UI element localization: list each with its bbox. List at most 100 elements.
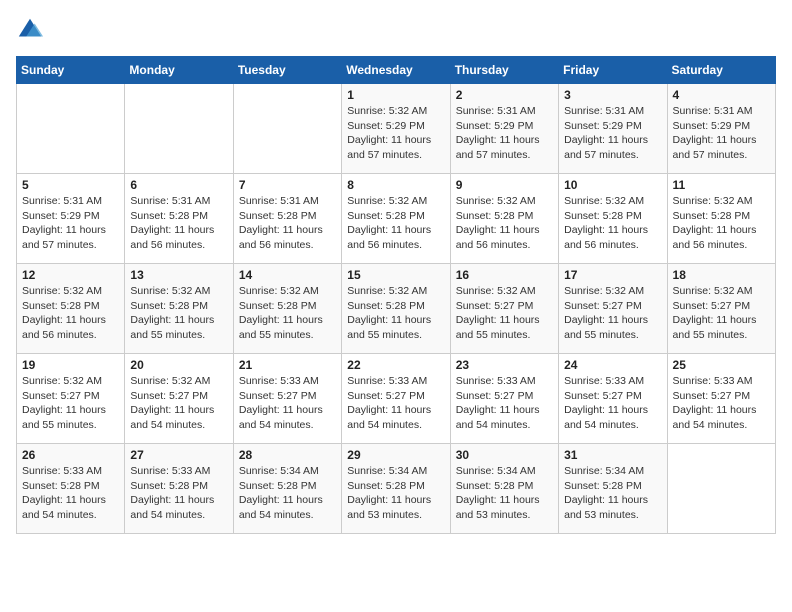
cell-content: Sunrise: 5:33 AM Sunset: 5:28 PM Dayligh… — [22, 464, 119, 523]
cell-content: Sunrise: 5:31 AM Sunset: 5:28 PM Dayligh… — [239, 194, 336, 253]
day-number: 25 — [673, 358, 770, 372]
day-number: 4 — [673, 88, 770, 102]
day-header-saturday: Saturday — [667, 57, 775, 84]
calendar-cell: 2 Sunrise: 5:31 AM Sunset: 5:29 PM Daylig… — [450, 84, 558, 174]
day-number: 18 — [673, 268, 770, 282]
calendar-cell: 27 Sunrise: 5:33 AM Sunset: 5:28 PM Dayli… — [125, 444, 233, 534]
cell-content: Sunrise: 5:32 AM Sunset: 5:28 PM Dayligh… — [673, 194, 770, 253]
calendar-cell: 12 Sunrise: 5:32 AM Sunset: 5:28 PM Dayli… — [17, 264, 125, 354]
cell-content: Sunrise: 5:32 AM Sunset: 5:28 PM Dayligh… — [22, 284, 119, 343]
day-number: 21 — [239, 358, 336, 372]
calendar-cell: 3 Sunrise: 5:31 AM Sunset: 5:29 PM Daylig… — [559, 84, 667, 174]
cell-content: Sunrise: 5:33 AM Sunset: 5:27 PM Dayligh… — [347, 374, 444, 433]
day-number: 1 — [347, 88, 444, 102]
calendar-header-row: SundayMondayTuesdayWednesdayThursdayFrid… — [17, 57, 776, 84]
day-number: 31 — [564, 448, 661, 462]
calendar-cell: 15 Sunrise: 5:32 AM Sunset: 5:28 PM Dayli… — [342, 264, 450, 354]
cell-content: Sunrise: 5:32 AM Sunset: 5:29 PM Dayligh… — [347, 104, 444, 163]
day-header-tuesday: Tuesday — [233, 57, 341, 84]
calendar-cell — [667, 444, 775, 534]
calendar-cell: 11 Sunrise: 5:32 AM Sunset: 5:28 PM Dayli… — [667, 174, 775, 264]
day-number: 8 — [347, 178, 444, 192]
day-number: 22 — [347, 358, 444, 372]
day-number: 14 — [239, 268, 336, 282]
calendar-cell: 5 Sunrise: 5:31 AM Sunset: 5:29 PM Daylig… — [17, 174, 125, 264]
day-number: 11 — [673, 178, 770, 192]
calendar-week-row: 26 Sunrise: 5:33 AM Sunset: 5:28 PM Dayli… — [17, 444, 776, 534]
cell-content: Sunrise: 5:32 AM Sunset: 5:27 PM Dayligh… — [456, 284, 553, 343]
day-number: 19 — [22, 358, 119, 372]
cell-content: Sunrise: 5:32 AM Sunset: 5:28 PM Dayligh… — [130, 284, 227, 343]
calendar-week-row: 5 Sunrise: 5:31 AM Sunset: 5:29 PM Daylig… — [17, 174, 776, 264]
cell-content: Sunrise: 5:32 AM Sunset: 5:28 PM Dayligh… — [347, 284, 444, 343]
day-number: 12 — [22, 268, 119, 282]
day-header-thursday: Thursday — [450, 57, 558, 84]
cell-content: Sunrise: 5:31 AM Sunset: 5:29 PM Dayligh… — [456, 104, 553, 163]
day-number: 27 — [130, 448, 227, 462]
day-number: 10 — [564, 178, 661, 192]
day-number: 3 — [564, 88, 661, 102]
day-header-wednesday: Wednesday — [342, 57, 450, 84]
page-header — [16, 16, 776, 44]
logo-icon — [16, 16, 44, 44]
day-number: 13 — [130, 268, 227, 282]
day-number: 28 — [239, 448, 336, 462]
cell-content: Sunrise: 5:32 AM Sunset: 5:28 PM Dayligh… — [347, 194, 444, 253]
calendar-week-row: 12 Sunrise: 5:32 AM Sunset: 5:28 PM Dayli… — [17, 264, 776, 354]
calendar-cell: 31 Sunrise: 5:34 AM Sunset: 5:28 PM Dayli… — [559, 444, 667, 534]
cell-content: Sunrise: 5:33 AM Sunset: 5:27 PM Dayligh… — [564, 374, 661, 433]
day-header-sunday: Sunday — [17, 57, 125, 84]
calendar-cell: 9 Sunrise: 5:32 AM Sunset: 5:28 PM Daylig… — [450, 174, 558, 264]
calendar-cell: 29Sunrise: 5:34 AM Sunset: 5:28 PM Dayli… — [342, 444, 450, 534]
cell-content: Sunrise: 5:33 AM Sunset: 5:27 PM Dayligh… — [456, 374, 553, 433]
calendar-cell: 26 Sunrise: 5:33 AM Sunset: 5:28 PM Dayli… — [17, 444, 125, 534]
cell-content: Sunrise: 5:34 AM Sunset: 5:28 PM Dayligh… — [347, 464, 444, 523]
cell-content: Sunrise: 5:32 AM Sunset: 5:27 PM Dayligh… — [22, 374, 119, 433]
day-header-friday: Friday — [559, 57, 667, 84]
day-number: 7 — [239, 178, 336, 192]
cell-content: Sunrise: 5:31 AM Sunset: 5:29 PM Dayligh… — [22, 194, 119, 253]
calendar-cell: 6Sunrise: 5:31 AM Sunset: 5:28 PM Daylig… — [125, 174, 233, 264]
cell-content: Sunrise: 5:32 AM Sunset: 5:27 PM Dayligh… — [130, 374, 227, 433]
day-number: 20 — [130, 358, 227, 372]
cell-content: Sunrise: 5:33 AM Sunset: 5:27 PM Dayligh… — [673, 374, 770, 433]
day-number: 15 — [347, 268, 444, 282]
calendar-cell: 30Sunrise: 5:34 AM Sunset: 5:28 PM Dayli… — [450, 444, 558, 534]
cell-content: Sunrise: 5:32 AM Sunset: 5:28 PM Dayligh… — [239, 284, 336, 343]
calendar-cell: 24 Sunrise: 5:33 AM Sunset: 5:27 PM Dayli… — [559, 354, 667, 444]
cell-content: Sunrise: 5:34 AM Sunset: 5:28 PM Dayligh… — [564, 464, 661, 523]
day-header-monday: Monday — [125, 57, 233, 84]
calendar-cell: 16Sunrise: 5:32 AM Sunset: 5:27 PM Dayli… — [450, 264, 558, 354]
calendar-week-row: 1 Sunrise: 5:32 AM Sunset: 5:29 PM Daylig… — [17, 84, 776, 174]
cell-content: Sunrise: 5:33 AM Sunset: 5:28 PM Dayligh… — [130, 464, 227, 523]
calendar-table: SundayMondayTuesdayWednesdayThursdayFrid… — [16, 56, 776, 534]
calendar-cell — [17, 84, 125, 174]
calendar-cell: 21 Sunrise: 5:33 AM Sunset: 5:27 PM Dayli… — [233, 354, 341, 444]
calendar-cell: 7 Sunrise: 5:31 AM Sunset: 5:28 PM Daylig… — [233, 174, 341, 264]
calendar-cell: 8 Sunrise: 5:32 AM Sunset: 5:28 PM Daylig… — [342, 174, 450, 264]
day-number: 5 — [22, 178, 119, 192]
calendar-cell: 25 Sunrise: 5:33 AM Sunset: 5:27 PM Dayli… — [667, 354, 775, 444]
calendar-cell: 17Sunrise: 5:32 AM Sunset: 5:27 PM Dayli… — [559, 264, 667, 354]
day-number: 24 — [564, 358, 661, 372]
logo — [16, 16, 48, 44]
cell-content: Sunrise: 5:31 AM Sunset: 5:29 PM Dayligh… — [564, 104, 661, 163]
calendar-cell: 20 Sunrise: 5:32 AM Sunset: 5:27 PM Dayli… — [125, 354, 233, 444]
cell-content: Sunrise: 5:32 AM Sunset: 5:28 PM Dayligh… — [564, 194, 661, 253]
calendar-cell: 4 Sunrise: 5:31 AM Sunset: 5:29 PM Daylig… — [667, 84, 775, 174]
day-number: 2 — [456, 88, 553, 102]
calendar-cell: 19 Sunrise: 5:32 AM Sunset: 5:27 PM Dayli… — [17, 354, 125, 444]
calendar-cell: 18Sunrise: 5:32 AM Sunset: 5:27 PM Dayli… — [667, 264, 775, 354]
calendar-week-row: 19 Sunrise: 5:32 AM Sunset: 5:27 PM Dayli… — [17, 354, 776, 444]
cell-content: Sunrise: 5:34 AM Sunset: 5:28 PM Dayligh… — [456, 464, 553, 523]
day-number: 23 — [456, 358, 553, 372]
calendar-cell: 22 Sunrise: 5:33 AM Sunset: 5:27 PM Dayli… — [342, 354, 450, 444]
day-number: 17 — [564, 268, 661, 282]
cell-content: Sunrise: 5:32 AM Sunset: 5:28 PM Dayligh… — [456, 194, 553, 253]
cell-content: Sunrise: 5:31 AM Sunset: 5:28 PM Dayligh… — [130, 194, 227, 253]
cell-content: Sunrise: 5:33 AM Sunset: 5:27 PM Dayligh… — [239, 374, 336, 433]
cell-content: Sunrise: 5:31 AM Sunset: 5:29 PM Dayligh… — [673, 104, 770, 163]
day-number: 26 — [22, 448, 119, 462]
calendar-cell: 14 Sunrise: 5:32 AM Sunset: 5:28 PM Dayli… — [233, 264, 341, 354]
day-number: 9 — [456, 178, 553, 192]
